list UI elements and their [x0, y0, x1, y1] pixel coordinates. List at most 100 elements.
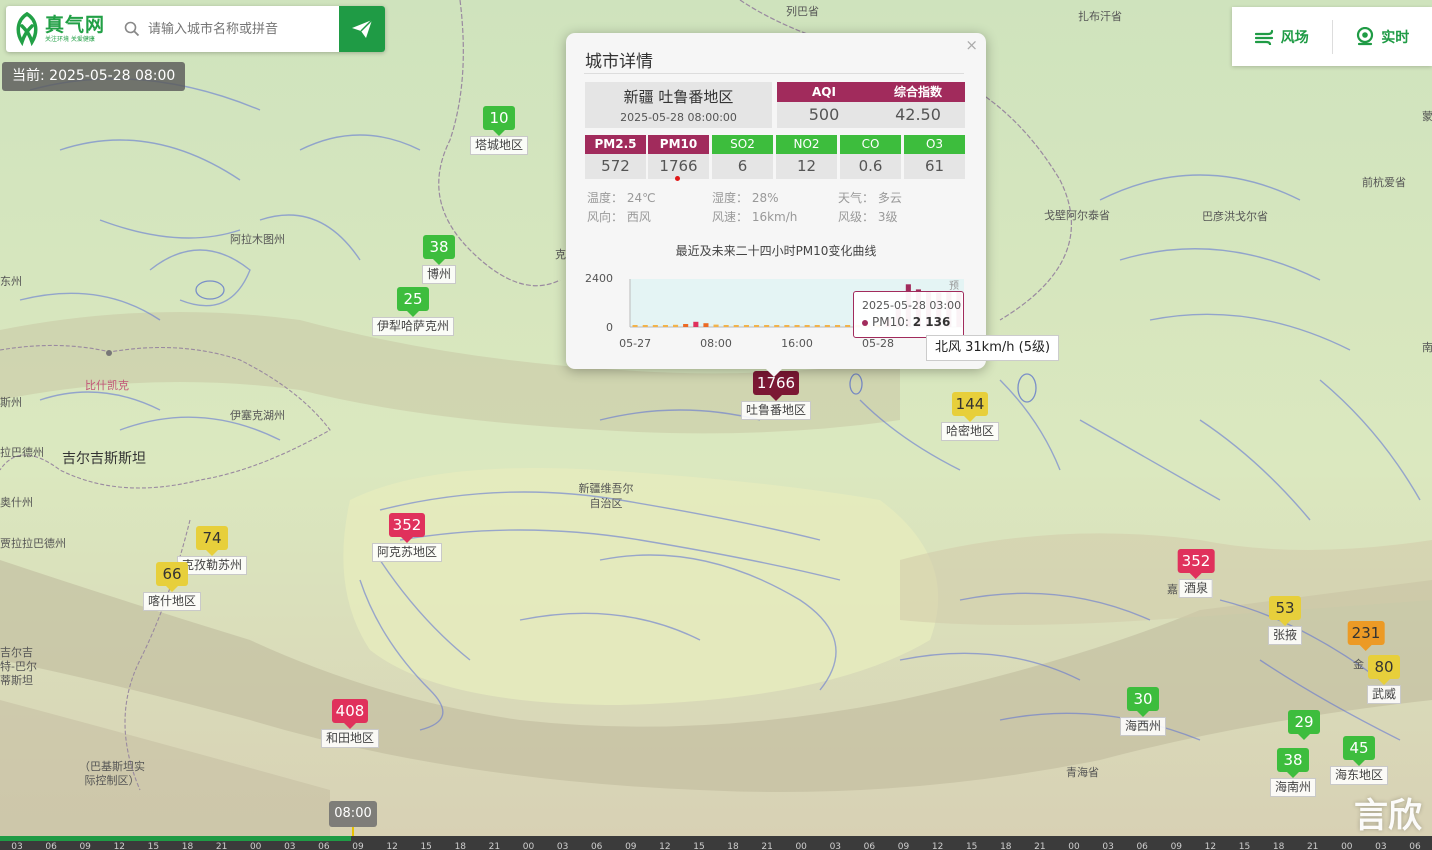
- aqi-value: 408: [331, 699, 369, 729]
- chart-bar[interactable]: [743, 325, 749, 327]
- marker-bozhou[interactable]: 38 博州: [421, 235, 457, 284]
- timeline-tick[interactable]: 03: [557, 842, 568, 850]
- timeline-tick[interactable]: 06: [318, 842, 329, 850]
- chart-bar[interactable]: [804, 325, 810, 327]
- timeline-tick[interactable]: 09: [898, 842, 909, 850]
- wind-field-button[interactable]: 风场: [1232, 7, 1332, 66]
- timeline-tick[interactable]: 12: [114, 842, 125, 850]
- aqi-value: 38: [422, 235, 455, 265]
- realtime-button[interactable]: 实时: [1333, 7, 1432, 66]
- chart-bar[interactable]: [845, 325, 851, 327]
- chart-bar[interactable]: [733, 325, 739, 327]
- marker-turpan[interactable]: 1766 吐鲁番地区: [740, 371, 812, 420]
- chart-bar[interactable]: [662, 325, 668, 327]
- chart-bar[interactable]: [835, 325, 841, 327]
- timeline-tick[interactable]: 06: [591, 842, 602, 850]
- timeline-tick[interactable]: 21: [1307, 842, 1318, 850]
- chart-bar[interactable]: [784, 325, 790, 327]
- timeline-tick[interactable]: 06: [1136, 842, 1147, 850]
- marker-hetian[interactable]: 408 和田地区: [320, 699, 380, 748]
- marker-wuwei[interactable]: 80 武威: [1366, 655, 1402, 704]
- marker-hainan[interactable]: 38 海南州: [1269, 748, 1317, 797]
- search-button[interactable]: [339, 6, 385, 52]
- city-info-box: 新疆 吐鲁番地区 2025-05-28 08:00:00: [585, 82, 772, 128]
- marker-haibei[interactable]: 29: [1288, 710, 1320, 740]
- timeline-tick[interactable]: 15: [1239, 842, 1250, 850]
- chart-bar[interactable]: [703, 323, 709, 327]
- timeline-tick[interactable]: 15: [693, 842, 704, 850]
- pollutant-pm10[interactable]: PM10 1766: [648, 135, 709, 181]
- marker-yili[interactable]: 25 伊犁哈萨克州: [371, 287, 455, 336]
- marker-akesu[interactable]: 352 阿克苏地区: [371, 513, 443, 562]
- timeline-tick[interactable]: 18: [1273, 842, 1284, 850]
- timeline-tick[interactable]: 06: [45, 842, 56, 850]
- timeline-tick[interactable]: 15: [148, 842, 159, 850]
- pollutant-so2[interactable]: SO2 6: [712, 135, 773, 179]
- chart-bar[interactable]: [794, 325, 800, 327]
- marker-kashi[interactable]: 66 喀什地区: [142, 562, 202, 611]
- timeline-tick[interactable]: 18: [182, 842, 193, 850]
- chart-bar[interactable]: [652, 325, 658, 327]
- label-left-4: 奥什州: [0, 496, 33, 509]
- timeline-tick[interactable]: 00: [1341, 842, 1352, 850]
- timeline-tick[interactable]: 12: [932, 842, 943, 850]
- timeline-tick[interactable]: 09: [79, 842, 90, 850]
- chart-bar[interactable]: [642, 325, 648, 327]
- timeline-tick[interactable]: 21: [216, 842, 227, 850]
- tooltip-series: PM10:: [872, 315, 909, 329]
- timeline-tick[interactable]: 12: [1205, 842, 1216, 850]
- timeline-tick[interactable]: 18: [1000, 842, 1011, 850]
- chart-bar[interactable]: [754, 325, 760, 327]
- timeline-current-time[interactable]: 08:00: [329, 801, 377, 827]
- marker-hami[interactable]: 144 哈密地区: [940, 392, 1000, 441]
- site-logo[interactable]: 真气网 关注环境 关爱健康: [6, 6, 116, 52]
- marker-tacheng[interactable]: 10 塔城地区: [469, 106, 529, 155]
- timeline-tick[interactable]: 00: [1068, 842, 1079, 850]
- timeline-tick[interactable]: 18: [455, 842, 466, 850]
- marker-jinchang[interactable]: 231: [1347, 621, 1385, 651]
- timeline-tick[interactable]: 06: [864, 842, 875, 850]
- chart-bar[interactable]: [723, 325, 729, 327]
- marker-jiuquan[interactable]: 352 酒泉: [1177, 549, 1215, 598]
- timeline-tick[interactable]: 15: [420, 842, 431, 850]
- pollutant-pm25[interactable]: PM2.5 572: [585, 135, 646, 179]
- marker-haixi[interactable]: 30 海西州: [1119, 687, 1167, 736]
- timeline-tick[interactable]: 03: [830, 842, 841, 850]
- chart-bar[interactable]: [632, 325, 638, 327]
- chart-bar[interactable]: [693, 321, 699, 327]
- timeline-bar[interactable]: 03 06 09 12 15 18 21 00 03 06 09 12 15 18 21 00 03 06 09 12…: [0, 836, 1432, 850]
- aqi-value: 231: [1347, 621, 1385, 651]
- timeline-tick[interactable]: 12: [659, 842, 670, 850]
- timeline-tick[interactable]: 09: [1171, 842, 1182, 850]
- chart-bar[interactable]: [764, 325, 770, 327]
- timeline-tick[interactable]: 00: [250, 842, 261, 850]
- timeline-tick[interactable]: 21: [489, 842, 500, 850]
- pollutant-o3[interactable]: O3 61: [904, 135, 965, 179]
- chart-bar[interactable]: [824, 325, 830, 327]
- timeline-tick[interactable]: 09: [625, 842, 636, 850]
- marker-zhangye[interactable]: 53 张掖: [1267, 596, 1303, 645]
- search-input[interactable]: [140, 9, 339, 49]
- close-icon[interactable]: ×: [965, 36, 978, 54]
- timeline-tick[interactable]: 21: [1034, 842, 1045, 850]
- timeline-tick[interactable]: 00: [523, 842, 534, 850]
- chart-bar[interactable]: [713, 324, 719, 327]
- timeline-tick[interactable]: 12: [386, 842, 397, 850]
- timeline-tick[interactable]: 21: [761, 842, 772, 850]
- pollutant-co[interactable]: CO 0.6: [840, 135, 901, 179]
- chart-bar[interactable]: [814, 325, 820, 327]
- timeline-tick[interactable]: 03: [1102, 842, 1113, 850]
- marker-haidong[interactable]: 45 海东地区: [1329, 736, 1389, 785]
- chart-bar[interactable]: [683, 324, 689, 327]
- chart-bar[interactable]: [774, 325, 780, 327]
- timeline-tick[interactable]: 00: [795, 842, 806, 850]
- timeline-tick[interactable]: 03: [1375, 842, 1386, 850]
- timeline-tick[interactable]: 18: [727, 842, 738, 850]
- chart-bar[interactable]: [673, 324, 679, 327]
- timeline-tick[interactable]: 15: [966, 842, 977, 850]
- timeline-tick[interactable]: 09: [352, 842, 363, 850]
- timeline-tick[interactable]: 03: [11, 842, 22, 850]
- pollutant-no2[interactable]: NO2 12: [776, 135, 837, 179]
- timeline-tick[interactable]: 06: [1409, 842, 1420, 850]
- timeline-tick[interactable]: 03: [284, 842, 295, 850]
